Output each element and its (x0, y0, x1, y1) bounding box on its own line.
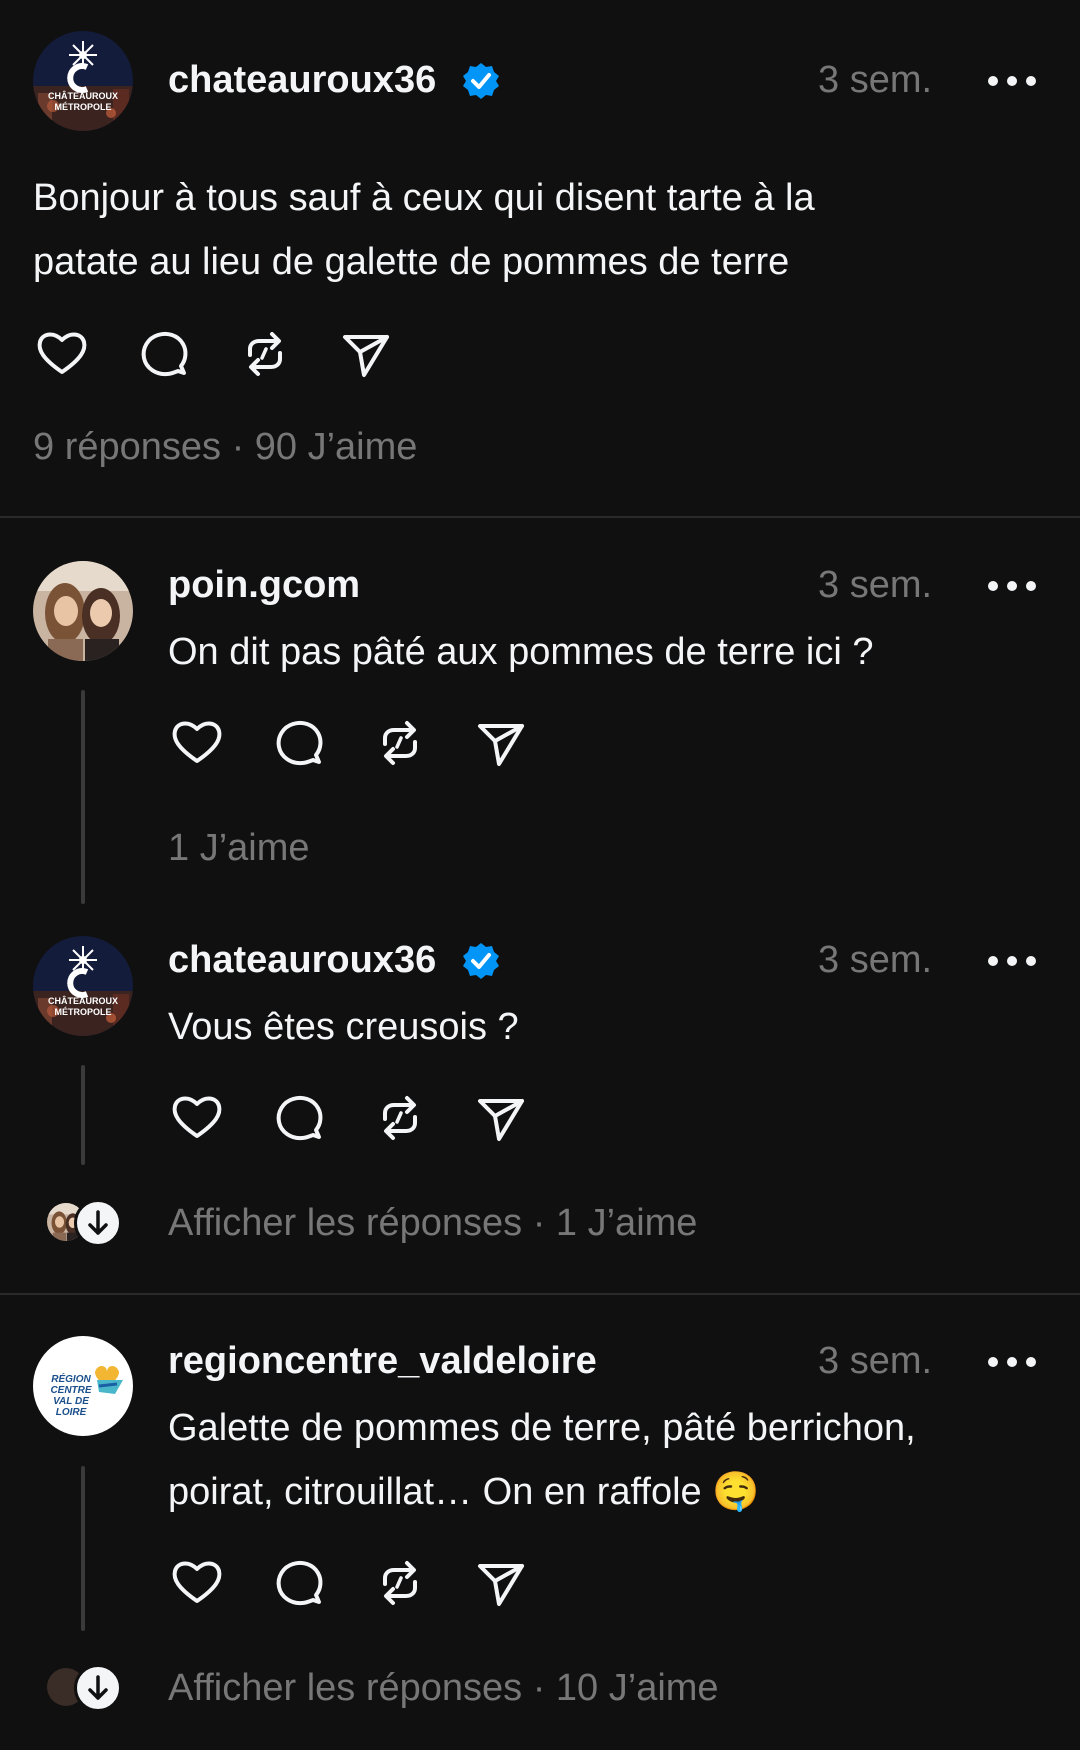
username[interactable]: poin.gcom (168, 563, 360, 607)
action-bar (168, 1089, 548, 1149)
thread-line (81, 690, 85, 904)
reply-text-line: Galette de pommes de terre, pâté berrich… (168, 1407, 916, 1449)
comment-button[interactable] (134, 325, 192, 383)
thread-line (81, 1065, 85, 1165)
action-bar (168, 1554, 548, 1614)
drooling-face-emoji: 🤤 (712, 1471, 760, 1513)
repost-icon (371, 1554, 429, 1612)
reply-text: On dit pas pâté aux pommes de terre ici … (168, 631, 874, 673)
reply-stats[interactable]: 1 J’aime (168, 826, 310, 870)
avatar[interactable] (33, 561, 133, 661)
more-icon[interactable] (988, 578, 1036, 594)
reply-text: Vous êtes creusois ? (168, 1006, 519, 1048)
share-button[interactable] (472, 1089, 530, 1147)
show-replies-link[interactable]: Afficher les réponses · 1 J’aime (168, 1201, 697, 1245)
avatar[interactable]: RÉGION CENTRE VAL DE LOIRE (33, 1336, 133, 1436)
arrow-down-icon[interactable] (74, 1199, 122, 1247)
avatar[interactable]: CHÂTEAUROUX MÉTROPOLE (33, 936, 133, 1036)
divider (0, 516, 1080, 518)
repost-icon (371, 714, 429, 772)
comment-icon (134, 325, 192, 383)
username[interactable]: chateauroux36 (168, 58, 436, 102)
more-icon[interactable] (988, 1354, 1036, 1370)
show-replies-link[interactable]: Afficher les réponses · 10 J’aime (168, 1666, 719, 1710)
repost-button[interactable] (371, 1089, 429, 1147)
share-icon (472, 714, 530, 772)
heart-icon (168, 714, 226, 772)
heart-icon (168, 1554, 226, 1612)
avatar-logo-text: CHÂTEAUROUX MÉTROPOLE (47, 91, 118, 112)
comment-icon (269, 714, 327, 772)
avatar-logo-text: CHÂTEAUROUX MÉTROPOLE (47, 996, 118, 1017)
share-button[interactable] (337, 325, 395, 383)
like-button[interactable] (33, 325, 91, 383)
comment-button[interactable] (269, 714, 327, 772)
reply-time: 3 sem. (818, 939, 933, 981)
more-icon[interactable] (988, 953, 1036, 969)
heart-icon (168, 1089, 226, 1147)
post-stats[interactable]: 9 réponses · 90 J’aime (33, 425, 417, 469)
thread-line (81, 1466, 85, 1631)
reply-text-line: poirat, citrouillat… On en raffole 🤤 (168, 1471, 760, 1513)
share-button[interactable] (472, 1554, 530, 1612)
action-bar (168, 714, 548, 774)
share-button[interactable] (472, 714, 530, 772)
comment-button[interactable] (269, 1089, 327, 1147)
more-icon[interactable] (988, 73, 1036, 89)
avatar[interactable]: CHÂTEAUROUX MÉTROPOLE (33, 31, 133, 131)
repost-icon (371, 1089, 429, 1147)
heart-icon (33, 325, 91, 383)
reply-time: 3 sem. (818, 1340, 933, 1382)
post-text-line: patate au lieu de galette de pommes de t… (33, 241, 790, 283)
repost-button[interactable] (371, 1554, 429, 1612)
action-bar (33, 325, 413, 385)
repost-button[interactable] (371, 714, 429, 772)
username[interactable]: chateauroux36 (168, 938, 436, 982)
post-time: 3 sem. (818, 59, 933, 101)
divider (0, 1293, 1080, 1295)
comment-button[interactable] (269, 1554, 327, 1612)
avatar-logo-text: RÉGION CENTRE VAL DE LOIRE (50, 1374, 92, 1418)
like-button[interactable] (168, 714, 226, 772)
arrow-down-icon[interactable] (74, 1664, 122, 1712)
share-icon (472, 1554, 530, 1612)
share-icon (472, 1089, 530, 1147)
like-button[interactable] (168, 1089, 226, 1147)
verified-icon (462, 942, 500, 980)
repost-icon (236, 325, 294, 383)
repost-button[interactable] (236, 325, 294, 383)
verified-icon (462, 62, 500, 100)
like-button[interactable] (168, 1554, 226, 1612)
comment-icon (269, 1554, 327, 1612)
post-text-line: Bonjour à tous sauf à ceux qui disent ta… (33, 177, 815, 219)
share-icon (337, 325, 395, 383)
reply-time: 3 sem. (818, 564, 933, 606)
username[interactable]: regioncentre_valdeloire (168, 1339, 597, 1383)
comment-icon (269, 1089, 327, 1147)
